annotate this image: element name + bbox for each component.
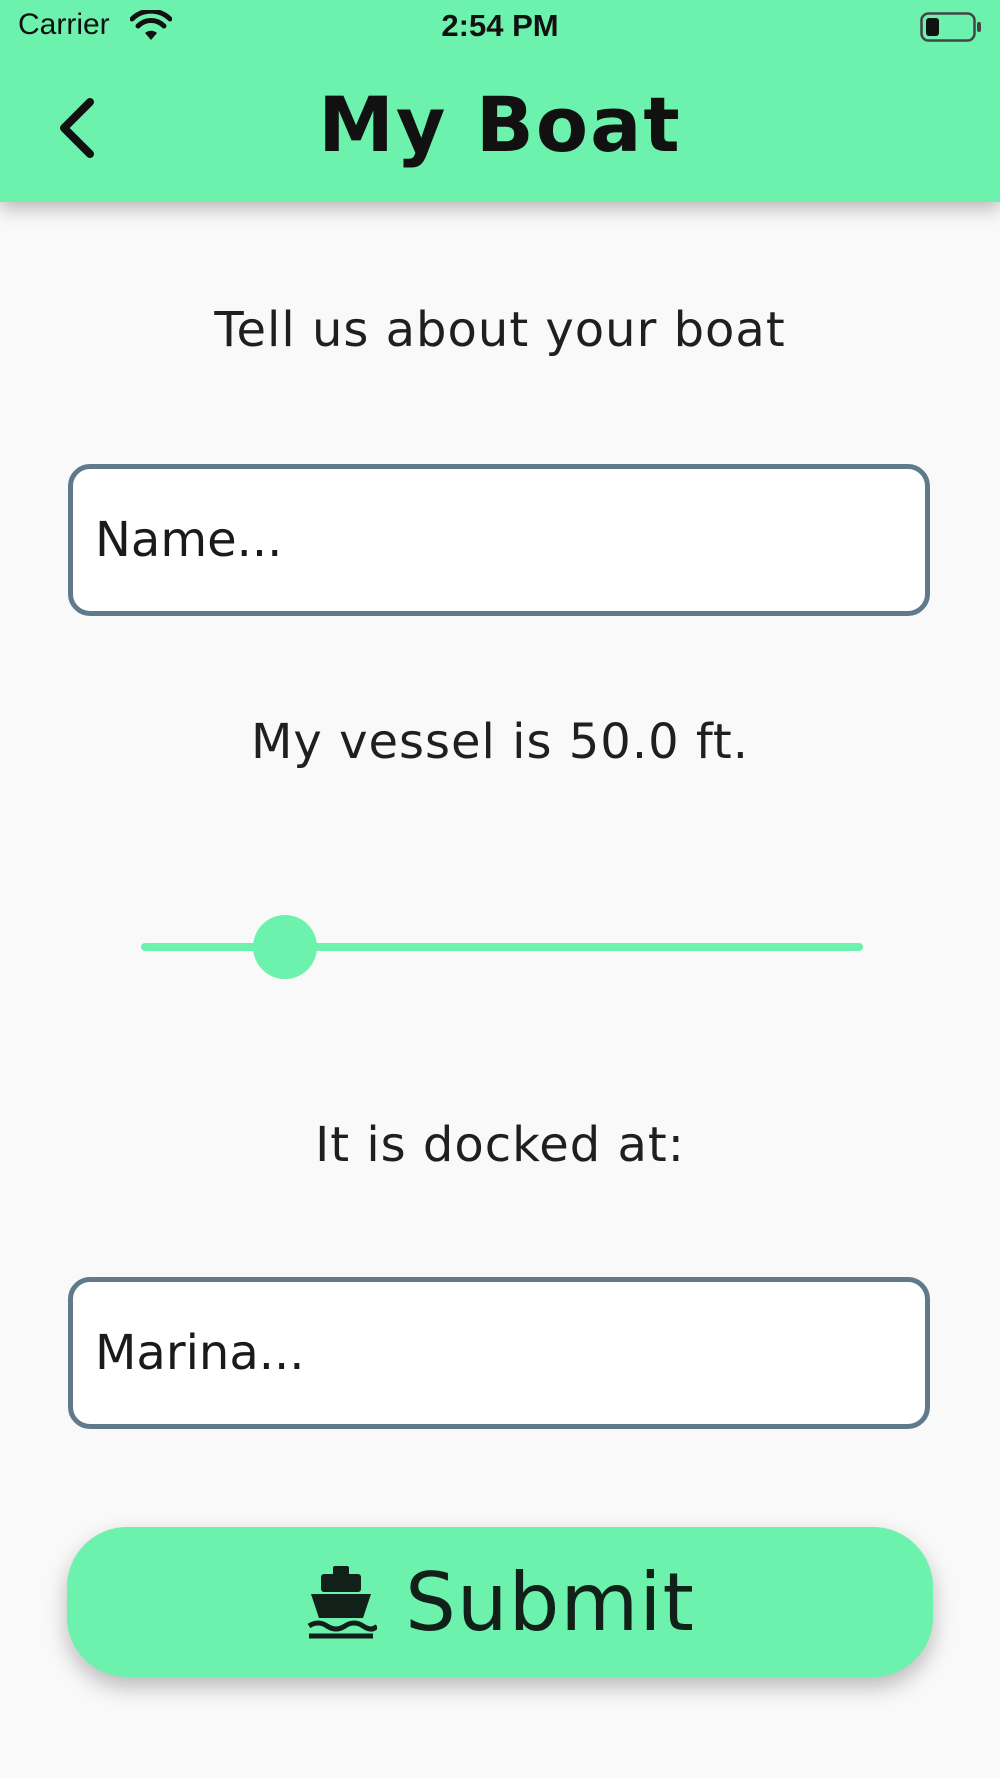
intro-text: Tell us about your boat (214, 302, 786, 358)
status-bar: Carrier 2:54 PM (0, 0, 1000, 56)
submit-label: Submit (405, 1555, 695, 1649)
battery-icon (920, 12, 981, 42)
name-input[interactable] (68, 464, 930, 616)
page-title: My Boat (318, 80, 682, 169)
slider-track[interactable] (141, 943, 863, 951)
docked-label: It is docked at: (315, 1117, 685, 1173)
submit-button[interactable]: Submit (67, 1527, 933, 1677)
vessel-length-label: My vessel is 50.0 ft. (250, 714, 750, 770)
slider-thumb[interactable] (253, 915, 318, 979)
marina-input[interactable] (68, 1277, 930, 1429)
app-bar: Carrier 2:54 PM My Boat (0, 0, 1000, 202)
ship-icon (307, 1566, 378, 1639)
status-time: 2:54 PM (441, 8, 559, 43)
